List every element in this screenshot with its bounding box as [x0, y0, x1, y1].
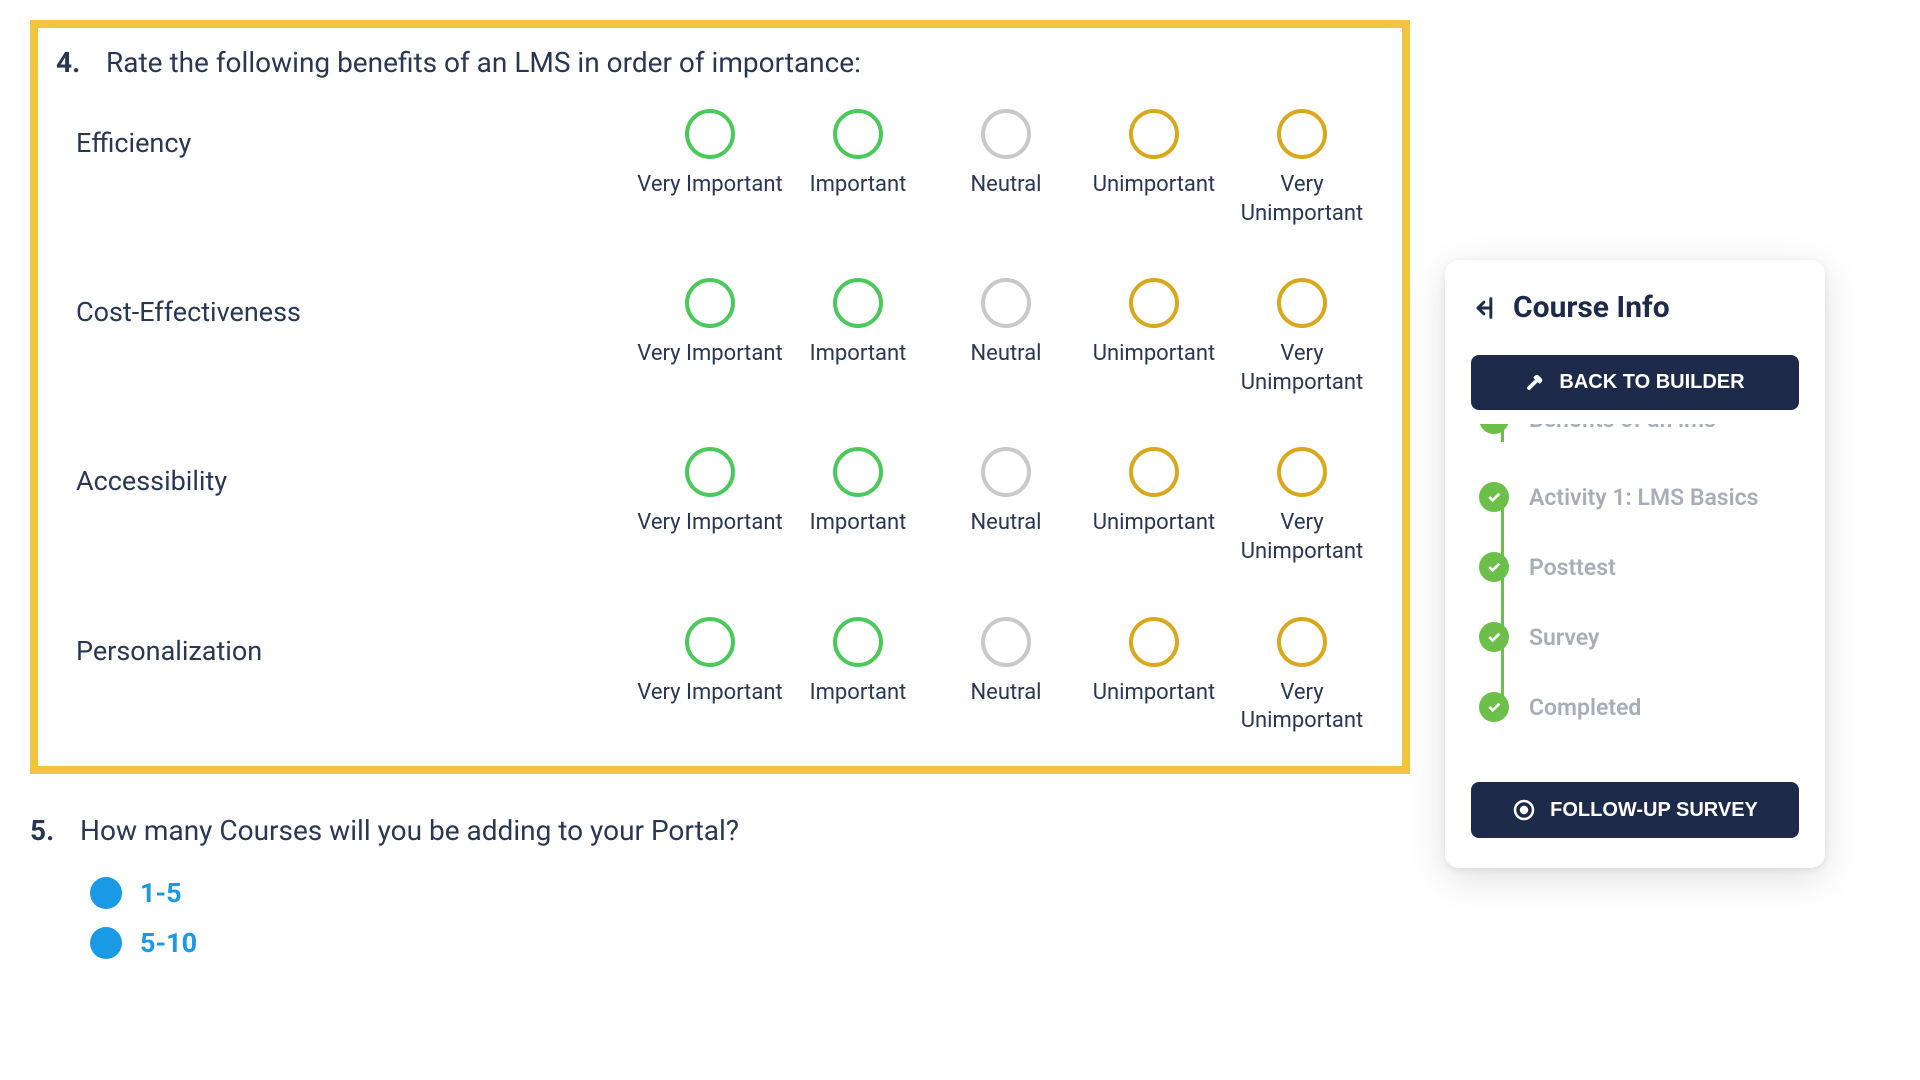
- radio[interactable]: [685, 447, 735, 497]
- radio[interactable]: [1129, 617, 1179, 667]
- q5-text: How many Courses will you be adding to y…: [80, 814, 739, 847]
- radio[interactable]: [1129, 447, 1179, 497]
- course-info-panel: Course Info BACK TO BUILDER Benefits of …: [1445, 260, 1825, 868]
- rating-row-efficiency: Efficiency Very Important Important Neut…: [56, 109, 1384, 228]
- option-label: Unimportant: [1093, 171, 1215, 200]
- radio[interactable]: [1277, 617, 1327, 667]
- q5-option: 5-10: [90, 927, 1410, 959]
- row-label: Cost-Effectiveness: [56, 278, 636, 328]
- q5-number: 5.: [30, 814, 60, 847]
- rating-row-cost: Cost-Effectiveness Very Important Import…: [56, 278, 1384, 397]
- radio[interactable]: [1277, 278, 1327, 328]
- progress-label: Benefits of an lms: [1529, 424, 1716, 433]
- radio-selected[interactable]: [90, 877, 122, 909]
- option-label: Neutral: [970, 171, 1041, 200]
- option-label: Very Unimportant: [1228, 171, 1376, 228]
- radio[interactable]: [981, 617, 1031, 667]
- option-label: Very Important: [637, 171, 782, 200]
- survey-main: 4. Rate the following benefits of an LMS…: [0, 0, 1440, 1080]
- check-icon: [1479, 552, 1509, 582]
- follow-up-survey-button[interactable]: FOLLOW-UP SURVEY: [1471, 782, 1799, 838]
- option-label: Important: [810, 509, 907, 538]
- radio[interactable]: [981, 447, 1031, 497]
- option-label: Unimportant: [1093, 679, 1215, 708]
- radio[interactable]: [685, 278, 735, 328]
- rating-row-accessibility: Accessibility Very Important Important N…: [56, 447, 1384, 566]
- progress-label: Completed: [1529, 694, 1641, 721]
- radio[interactable]: [1277, 447, 1327, 497]
- option-label: Neutral: [970, 509, 1041, 538]
- progress-item[interactable]: Survey: [1479, 622, 1799, 652]
- rating-option: Very Important: [636, 109, 784, 228]
- row-label: Accessibility: [56, 447, 636, 497]
- option-label: Very Unimportant: [1228, 340, 1376, 397]
- rating-options: Very Important Important Neutral Unimpor…: [636, 447, 1376, 566]
- eye-icon: [1512, 798, 1536, 822]
- check-icon: [1479, 622, 1509, 652]
- option-label: Neutral: [970, 340, 1041, 369]
- radio[interactable]: [981, 278, 1031, 328]
- back-arrow-icon[interactable]: [1471, 294, 1499, 322]
- question-4-block: 4. Rate the following benefits of an LMS…: [30, 20, 1410, 774]
- row-label: Efficiency: [56, 109, 636, 159]
- progress-label: Activity 1: LMS Basics: [1529, 484, 1758, 511]
- radio[interactable]: [833, 278, 883, 328]
- radio[interactable]: [833, 109, 883, 159]
- back-to-builder-button[interactable]: BACK TO BUILDER: [1471, 355, 1799, 410]
- radio[interactable]: [981, 109, 1031, 159]
- option-label: Very Important: [637, 679, 782, 708]
- progress-list: Benefits of an lms Activity 1: LMS Basic…: [1471, 424, 1799, 722]
- option-label: Important: [810, 171, 907, 200]
- rating-row-personalization: Personalization Very Important Important…: [56, 617, 1384, 736]
- question-4-header: 4. Rate the following benefits of an LMS…: [56, 46, 1384, 79]
- radio[interactable]: [1129, 109, 1179, 159]
- radio[interactable]: [685, 617, 735, 667]
- back-builder-label: BACK TO BUILDER: [1559, 371, 1744, 394]
- rating-options: Very Important Important Neutral Unimpor…: [636, 109, 1376, 228]
- check-icon: [1479, 692, 1509, 722]
- option-label: Important: [810, 679, 907, 708]
- option-label: Very Unimportant: [1228, 509, 1376, 566]
- sidebar-header: Course Info: [1471, 290, 1799, 325]
- progress-item-clipped: Benefits of an lms: [1479, 424, 1799, 442]
- tools-icon: [1525, 372, 1547, 394]
- row-label: Personalization: [56, 617, 636, 667]
- radio[interactable]: [833, 617, 883, 667]
- question-5-header: 5. How many Courses will you be adding t…: [30, 814, 1410, 847]
- q5-option-label: 1-5: [140, 877, 182, 909]
- progress-item[interactable]: Completed: [1479, 692, 1799, 722]
- option-label: Unimportant: [1093, 509, 1215, 538]
- option-label: Neutral: [970, 679, 1041, 708]
- radio[interactable]: [833, 447, 883, 497]
- option-label: Very Important: [637, 509, 782, 538]
- progress-label: Survey: [1529, 624, 1599, 651]
- radio[interactable]: [685, 109, 735, 159]
- q4-text: Rate the following benefits of an LMS in…: [106, 46, 861, 79]
- rating-options: Very Important Important Neutral Unimpor…: [636, 617, 1376, 736]
- option-label: Very Important: [637, 340, 782, 369]
- q5-options: 1-5 5-10: [30, 877, 1410, 959]
- radio-selected[interactable]: [90, 927, 122, 959]
- rating-option: Neutral: [932, 109, 1080, 228]
- progress-label: Posttest: [1529, 554, 1616, 581]
- radio[interactable]: [1129, 278, 1179, 328]
- check-icon: [1479, 482, 1509, 512]
- rating-options: Very Important Important Neutral Unimpor…: [636, 278, 1376, 397]
- follow-up-label: FOLLOW-UP SURVEY: [1550, 799, 1758, 822]
- progress-item[interactable]: Posttest: [1479, 552, 1799, 582]
- option-label: Unimportant: [1093, 340, 1215, 369]
- q5-option: 1-5: [90, 877, 1410, 909]
- radio[interactable]: [1277, 109, 1327, 159]
- check-icon: [1479, 424, 1509, 434]
- rating-option: Unimportant: [1080, 109, 1228, 228]
- progress-item[interactable]: Activity 1: LMS Basics: [1479, 482, 1799, 512]
- q5-option-label: 5-10: [140, 927, 197, 959]
- rating-option: Important: [784, 109, 932, 228]
- rating-option: Very Unimportant: [1228, 109, 1376, 228]
- option-label: Important: [810, 340, 907, 369]
- q4-number: 4.: [56, 46, 86, 79]
- sidebar-title: Course Info: [1513, 290, 1670, 325]
- question-5-block: 5. How many Courses will you be adding t…: [30, 814, 1410, 959]
- option-label: Very Unimportant: [1228, 679, 1376, 736]
